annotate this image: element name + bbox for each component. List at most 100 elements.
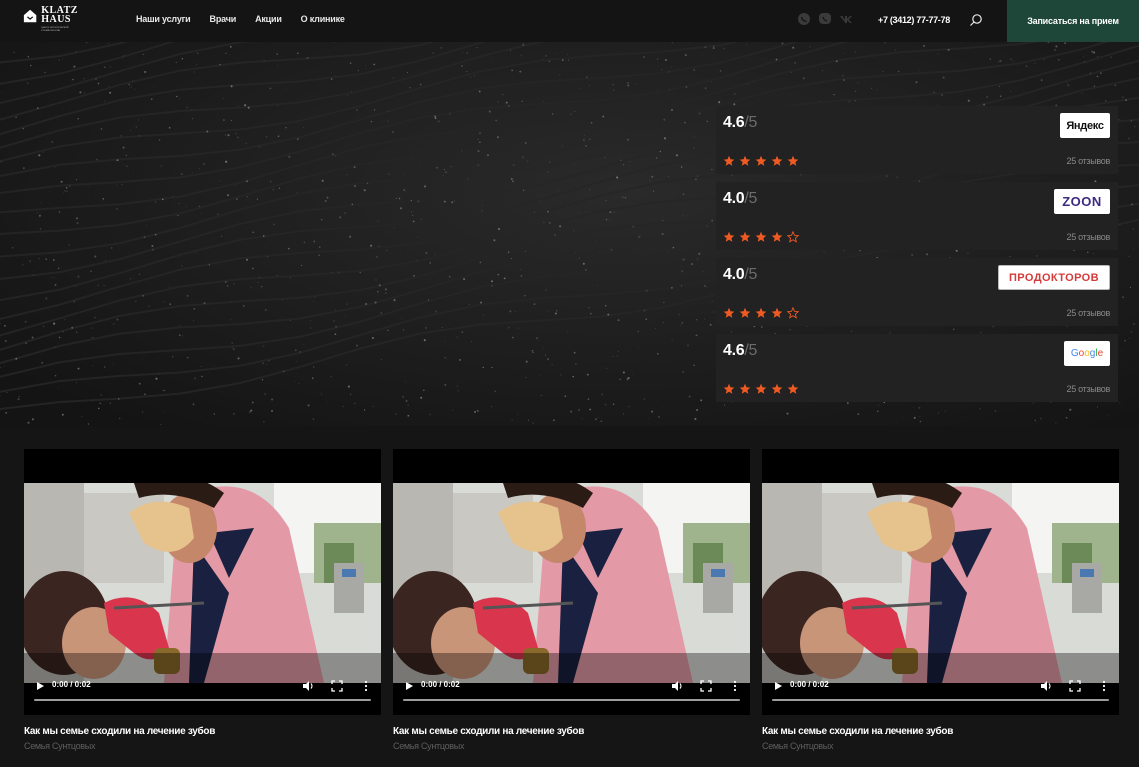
- sand-grain: [193, 71, 195, 73]
- video-progress-bar[interactable]: [34, 699, 371, 701]
- sand-grain: [351, 203, 354, 206]
- volume-icon[interactable]: [671, 680, 683, 692]
- volume-icon[interactable]: [302, 680, 314, 692]
- nav-doctors[interactable]: Врачи: [210, 14, 237, 24]
- sand-grain: [330, 78, 333, 80]
- sand-grain: [494, 390, 496, 392]
- star-filled-icon: [723, 155, 735, 166]
- sand-grain: [573, 351, 576, 354]
- sand-grain: [474, 410, 477, 413]
- play-icon[interactable]: [404, 681, 414, 691]
- rating-card-zoon[interactable]: 4.0/5 ZOON 25 отзывов: [716, 182, 1118, 250]
- more-options-icon[interactable]: [1099, 680, 1109, 692]
- sand-grain: [491, 285, 493, 287]
- sand-grain: [206, 130, 209, 133]
- sand-grain: [941, 94, 944, 96]
- sand-grain: [1132, 228, 1134, 230]
- rating-card-yandex[interactable]: 4.6/5 Яндекс 25 отзывов: [716, 106, 1118, 174]
- sand-grain: [129, 277, 132, 280]
- sand-grain: [434, 253, 436, 255]
- nav-about[interactable]: О клинике: [301, 14, 345, 24]
- vk-icon[interactable]: [839, 12, 853, 26]
- sand-grain: [219, 180, 221, 182]
- sand-grain: [548, 221, 551, 224]
- video-title[interactable]: Как мы семье сходили на лечение зубов: [393, 726, 750, 737]
- sand-grain: [999, 60, 1002, 63]
- sand-grain: [150, 98, 153, 101]
- book-appointment-button[interactable]: Записаться на прием: [1007, 0, 1139, 42]
- video-progress-bar[interactable]: [772, 699, 1109, 701]
- sand-grain: [1118, 119, 1120, 121]
- sand-grain: [246, 258, 248, 261]
- nav-promotions[interactable]: Акции: [255, 14, 282, 24]
- sand-grain: [39, 201, 41, 203]
- nav-services[interactable]: Наши услуги: [136, 14, 191, 24]
- sand-grain: [503, 277, 506, 280]
- sand-grain: [350, 91, 353, 93]
- sand-grain: [605, 218, 608, 221]
- sand-grain: [1000, 95, 1002, 97]
- video-progress-bar[interactable]: [403, 699, 740, 701]
- sand-grain: [142, 53, 144, 56]
- sand-grain: [486, 154, 490, 157]
- rating-card-prodoctorov[interactable]: 4.0/5 ПРОДОКТОРОВ 25 отзывов: [716, 258, 1118, 326]
- star-filled-icon: [771, 307, 783, 318]
- sand-grain: [542, 100, 545, 102]
- volume-icon[interactable]: [1040, 680, 1052, 692]
- sand-grain: [578, 212, 580, 213]
- sand-grain: [179, 325, 181, 327]
- star-filled-icon: [739, 155, 751, 166]
- sand-grain: [363, 409, 366, 411]
- sand-grain: [417, 236, 418, 238]
- brand-logo[interactable]: KLATZ HAUS центр эстетической стоматолог…: [23, 6, 83, 34]
- more-options-icon[interactable]: [730, 680, 740, 692]
- sand-grain: [794, 61, 796, 64]
- sand-grain: [230, 85, 233, 88]
- video-title[interactable]: Как мы семье сходили на лечение зубов: [24, 726, 381, 737]
- sand-grain: [236, 198, 238, 201]
- sand-grain: [58, 336, 61, 339]
- video-player[interactable]: 0:00 / 0:02: [393, 449, 750, 715]
- video-title[interactable]: Как мы семье сходили на лечение зубов: [762, 726, 1119, 737]
- play-icon[interactable]: [35, 681, 45, 691]
- sand-grain: [656, 58, 659, 60]
- sand-grain: [809, 46, 811, 48]
- play-icon[interactable]: [773, 681, 783, 691]
- viber-icon[interactable]: [818, 12, 832, 26]
- sand-grain: [627, 139, 629, 141]
- sand-grain: [616, 355, 618, 357]
- sand-grain: [395, 413, 397, 415]
- sand-grain: [696, 175, 699, 177]
- phone-number[interactable]: +7 (3412) 77-77-78: [878, 15, 950, 25]
- sand-grain: [680, 166, 683, 168]
- sand-grain: [533, 303, 536, 305]
- sand-grain: [96, 158, 98, 161]
- sand-grain: [120, 135, 122, 137]
- fullscreen-icon[interactable]: [1069, 680, 1081, 692]
- whatsapp-icon[interactable]: [797, 12, 811, 26]
- rating-card-google[interactable]: 4.6/5 Google 25 отзывов: [716, 334, 1118, 402]
- sand-grain: [685, 86, 688, 88]
- sand-grain: [294, 381, 296, 382]
- video-player[interactable]: 0:00 / 0:02: [24, 449, 381, 715]
- sand-grain: [122, 146, 125, 149]
- sand-grain: [854, 100, 856, 102]
- sand-grain: [521, 100, 523, 102]
- sand-grain: [545, 354, 546, 356]
- video-player[interactable]: 0:00 / 0:02: [762, 449, 1119, 715]
- sand-grain: [104, 366, 106, 368]
- fullscreen-icon[interactable]: [331, 680, 343, 692]
- sand-grain: [44, 71, 46, 74]
- sand-grain: [450, 166, 452, 168]
- fullscreen-icon[interactable]: [700, 680, 712, 692]
- sand-grain: [524, 250, 526, 252]
- star-filled-icon: [755, 155, 767, 166]
- sand-grain: [312, 377, 314, 379]
- more-options-icon[interactable]: [361, 680, 371, 692]
- sand-grain: [95, 78, 97, 80]
- search-icon[interactable]: [969, 13, 983, 27]
- sand-grain: [365, 65, 366, 67]
- sand-grain: [75, 285, 77, 287]
- sand-grain: [662, 219, 664, 222]
- sand-grain: [142, 295, 144, 297]
